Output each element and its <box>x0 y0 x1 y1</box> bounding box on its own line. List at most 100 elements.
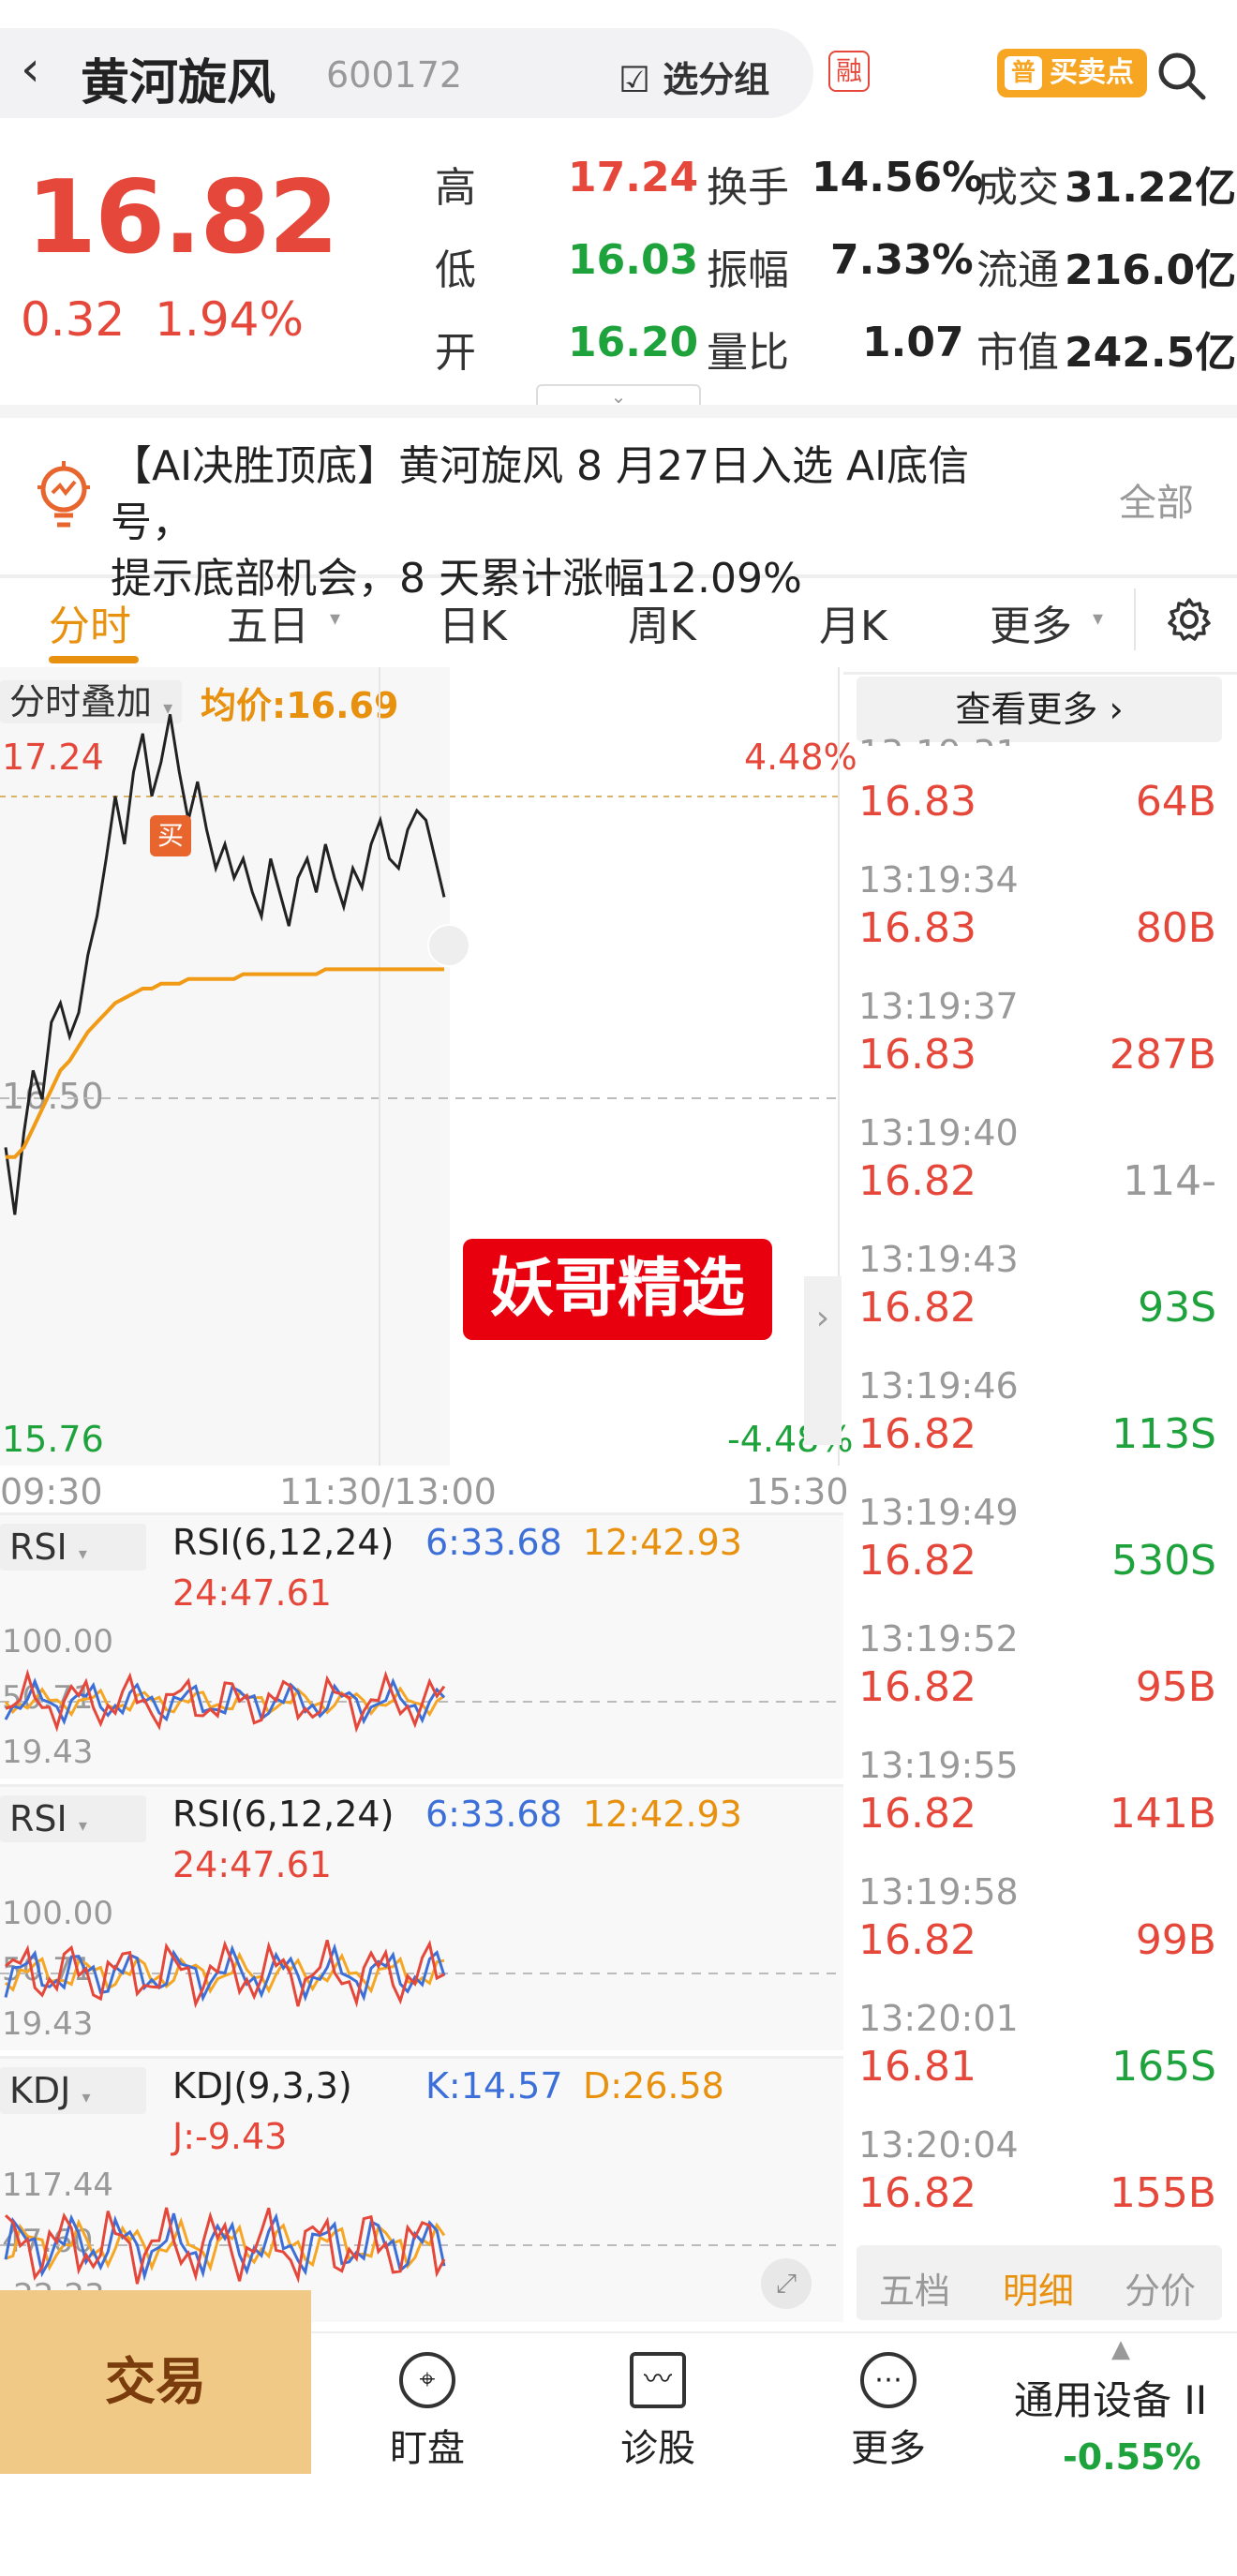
tab-order-book[interactable]: 五档 <box>879 2262 950 2314</box>
indicator-value-3: 24:47.61 <box>172 1844 332 1885</box>
vol-ratio-label: 量比 <box>707 329 789 377</box>
more-dots-icon: ⋯ <box>860 2352 917 2408</box>
news-line-1: 【AI决胜顶底】黄河旋风 8 月27日入选 AI底信号， <box>111 442 970 546</box>
indicator-select[interactable]: KDJ ▾ <box>0 2067 146 2114</box>
tab-intraday[interactable]: 分时 <box>49 592 131 652</box>
indicator-value-1: K:14.57 <box>425 2065 563 2107</box>
tick-price: 16.82 <box>858 1916 976 1964</box>
current-price: 16.82 <box>26 159 339 276</box>
trade-button[interactable]: 交易 <box>0 2290 311 2474</box>
tab-more[interactable]: 更多 <box>990 592 1072 652</box>
tick-time: 13:19:49 <box>858 1492 1019 1533</box>
search-icon[interactable] <box>1155 49 1207 101</box>
tick-time: 13:20:04 <box>858 2124 1019 2166</box>
tick-time: 13:19:31 <box>858 733 1019 746</box>
target-icon: ⌖ <box>399 2352 455 2408</box>
tab-monthly-k[interactable]: 月K <box>819 592 887 652</box>
tick-time: 13:19:58 <box>858 1871 1019 1913</box>
buy-marker[interactable]: 买 <box>150 815 191 856</box>
tick-volume: 165S <box>1111 2043 1216 2091</box>
back-icon[interactable]: ‹ <box>21 41 40 97</box>
open-value: 16.20 <box>568 319 699 366</box>
price-series <box>4 714 446 1215</box>
amplitude-label: 振幅 <box>707 246 789 294</box>
indicator-value-2: 12:42.93 <box>583 1522 742 1563</box>
chart-expand-arrow[interactable]: › <box>804 1276 842 1445</box>
nav-watch-label: 盯盘 <box>390 2427 465 2470</box>
nav-more[interactable]: ⋯ 更多 <box>823 2352 954 2472</box>
tab-daily-k[interactable]: 日K <box>439 592 507 652</box>
indicator-lines <box>0 1939 843 2009</box>
tick-price: 16.82 <box>858 1537 976 1585</box>
fullscreen-icon[interactable]: ⤢ <box>761 2258 812 2309</box>
expand-quote-icon[interactable]: ⌄ <box>536 384 701 407</box>
lightbulb-icon <box>37 461 90 528</box>
tick-volume: 80B <box>1135 904 1216 952</box>
tick-time: 13:19:55 <box>858 1745 1019 1786</box>
indicator-value-3: J:-9.43 <box>172 2116 288 2157</box>
indicator-value-2: D:26.58 <box>583 2065 724 2107</box>
top-bar: ‹ 黄河旋风 600172 ☑ 选分组 融 买卖点 普 <box>0 0 1237 131</box>
indicator-name: RSI(6,12,24) <box>172 1794 395 1835</box>
sector-change: -0.55% <box>1063 2436 1201 2478</box>
sector-name[interactable]: 通用设备 II <box>1014 2369 1207 2426</box>
tick-price: 16.82 <box>858 1157 976 1205</box>
indicator-value-2: 12:42.93 <box>583 1794 742 1835</box>
tab-divider <box>1134 588 1136 650</box>
price-change: 0.32 1.94% <box>21 292 304 347</box>
turnover-value: 14.56% <box>812 154 984 201</box>
intraday-chart[interactable] <box>0 667 843 1473</box>
nav-diagnose[interactable]: 〰 诊股 <box>592 2352 723 2472</box>
float-label: 流通 <box>976 246 1059 294</box>
news-all-link[interactable]: 全部 <box>1119 472 1194 527</box>
tick-time: 13:19:46 <box>858 1365 1019 1407</box>
indicator-select[interactable]: RSI ▾ <box>0 1795 146 1842</box>
tick-volume: 141B <box>1109 1790 1216 1838</box>
tick-price: 16.81 <box>858 2043 976 2091</box>
low-label: 低 <box>435 246 476 294</box>
nav-more-label: 更多 <box>851 2427 926 2470</box>
sector-expand-icon[interactable]: ▲ <box>1111 2335 1130 2363</box>
x-time-start: 09:30 <box>0 1471 103 1512</box>
tick-time: 13:20:01 <box>858 1998 1019 2039</box>
indicator-name: RSI(6,12,24) <box>172 1522 395 1563</box>
tab-five-day[interactable]: 五日 <box>227 592 309 652</box>
tick-price: 16.82 <box>858 1663 976 1711</box>
tick-volume: 99B <box>1135 1916 1216 1964</box>
buy-sell-icon: 普 <box>1005 56 1042 90</box>
tick-volume: 113S <box>1111 1410 1216 1458</box>
indicator-name: KDJ(9,3,3) <box>172 2065 352 2107</box>
open-label: 开 <box>435 329 476 377</box>
tick-price: 16.82 <box>858 1790 976 1838</box>
amount-label: 成交 <box>976 164 1059 212</box>
high-value: 17.24 <box>568 154 699 201</box>
tick-volume: 287B <box>1109 1031 1216 1079</box>
tick-volume: 93S <box>1138 1284 1216 1332</box>
low-value: 16.03 <box>568 236 699 284</box>
tick-time: 13:19:52 <box>858 1618 1019 1660</box>
tick-price: 16.83 <box>858 778 976 826</box>
vol-ratio-value: 1.07 <box>862 319 964 366</box>
amount-value: 31.22亿 <box>1065 164 1237 212</box>
watermark-badge: 妖哥精选 <box>463 1239 772 1340</box>
nav-watch[interactable]: ⌖ 盯盘 <box>362 2352 493 2472</box>
tick-volume: 530S <box>1111 1537 1216 1585</box>
indicator-select[interactable]: RSI ▾ <box>0 1524 146 1571</box>
stock-name: 黄河旋风 <box>81 55 276 112</box>
tick-price: 16.83 <box>858 1031 976 1079</box>
settings-gear-icon[interactable] <box>1166 596 1213 643</box>
amplitude-value: 7.33% <box>830 236 974 284</box>
tick-volume: 114- <box>1123 1157 1216 1205</box>
float-value: 216.0亿 <box>1065 246 1237 294</box>
tick-time: 13:19:40 <box>858 1112 1019 1154</box>
current-point-marker <box>427 924 470 967</box>
tick-volume: 95B <box>1135 1663 1216 1711</box>
tick-price: 16.83 <box>858 904 976 952</box>
tab-weekly-k[interactable]: 周K <box>628 592 696 652</box>
tab-price-dist[interactable]: 分价 <box>1125 2262 1196 2314</box>
tab-detail[interactable]: 明细 <box>1003 2262 1074 2314</box>
select-group-button[interactable]: ☑ 选分组 <box>618 51 769 102</box>
tick-time: 13:19:37 <box>858 986 1019 1027</box>
tick-volume: 155B <box>1109 2169 1216 2217</box>
x-time-end: 15:30 <box>746 1471 849 1512</box>
